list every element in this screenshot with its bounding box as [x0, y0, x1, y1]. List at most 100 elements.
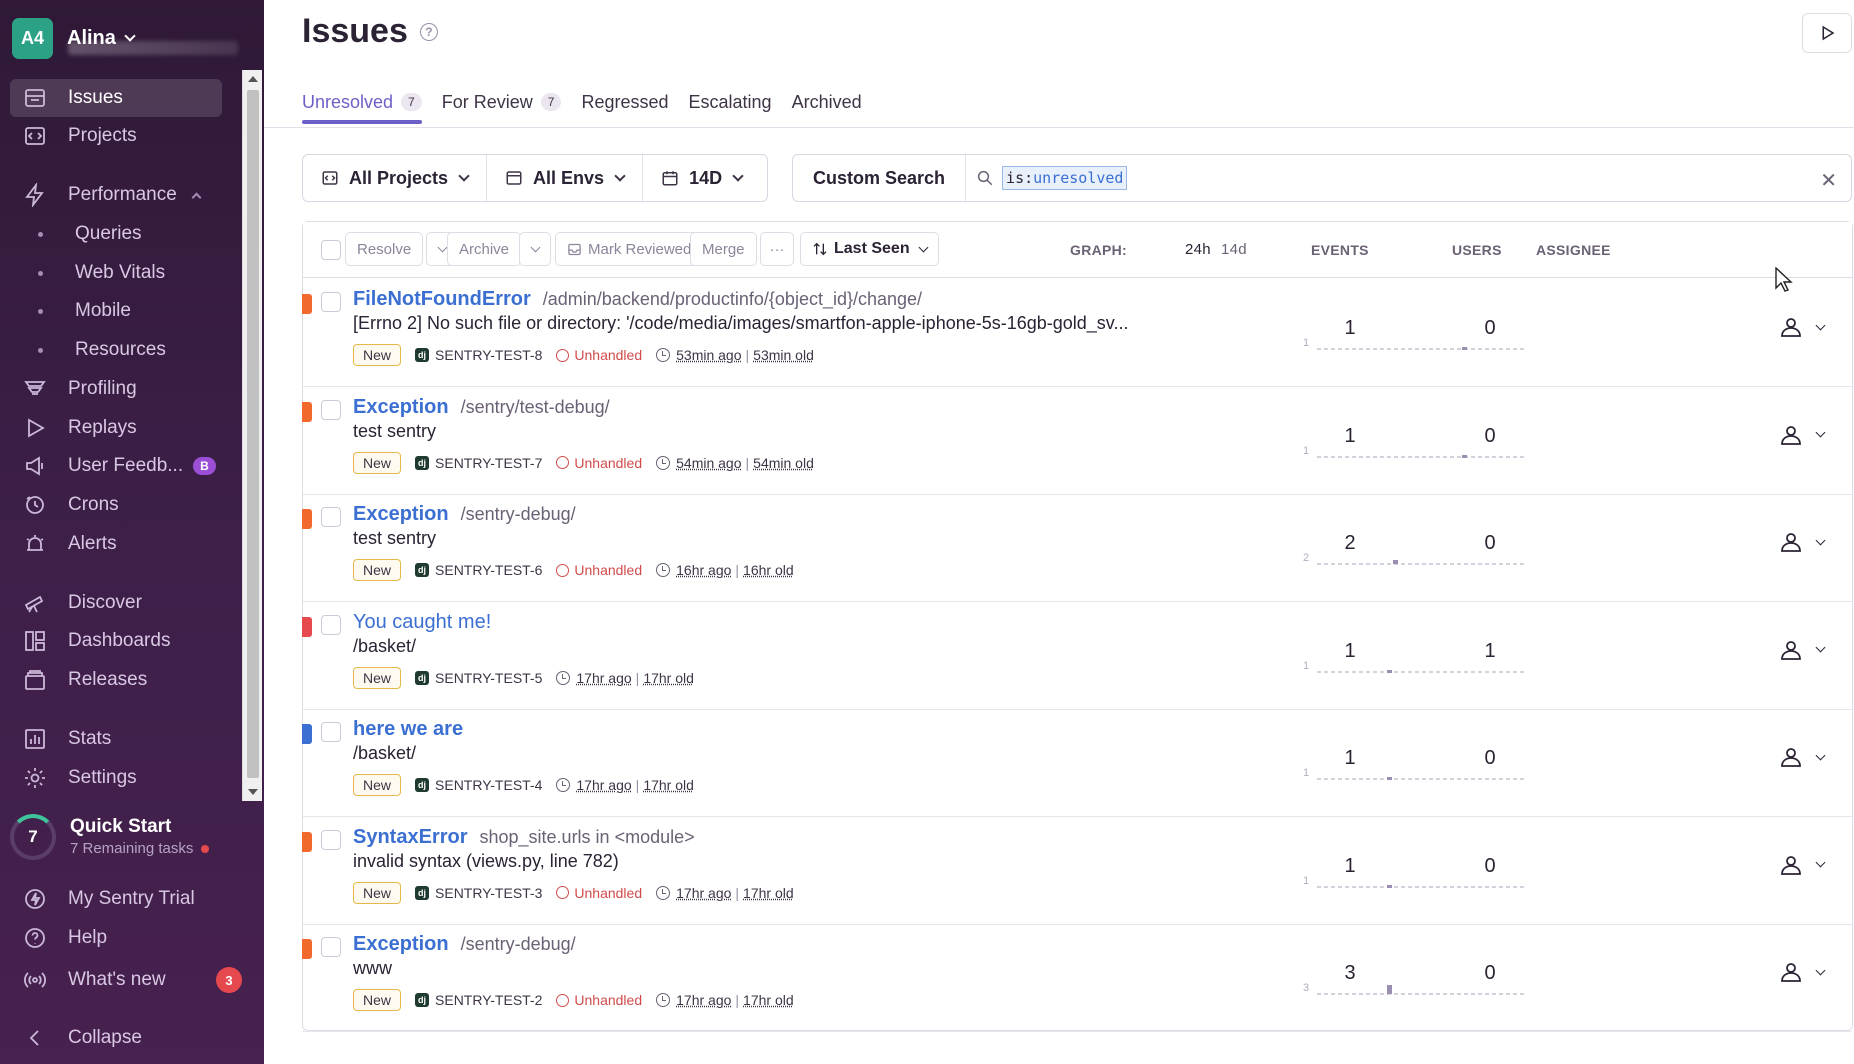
sidebar-item-trial[interactable]: My Sentry Trial [10, 880, 222, 918]
sidebar-item-help[interactable]: Help [10, 919, 222, 957]
users-column-header[interactable]: USERS [1452, 242, 1502, 258]
scroll-up-arrow-icon[interactable] [248, 76, 258, 82]
sidebar-item-stats[interactable]: Stats [10, 720, 222, 758]
merge-button[interactable]: Merge [690, 232, 757, 266]
sidebar-item-crons[interactable]: Crons [10, 486, 222, 524]
short-id[interactable]: SENTRY-TEST-5 [435, 670, 542, 686]
environment-filter[interactable]: All Envs [487, 155, 644, 201]
short-id[interactable]: SENTRY-TEST-6 [435, 562, 542, 578]
events-count[interactable]: 1 [1330, 855, 1370, 878]
short-id[interactable]: SENTRY-TEST-3 [435, 885, 542, 901]
assignee-selector[interactable] [1779, 423, 1826, 447]
archive-button[interactable]: Archive [447, 232, 522, 266]
events-count[interactable]: 1 [1330, 640, 1370, 663]
issue-type[interactable]: here we are [353, 718, 463, 741]
events-count[interactable]: 1 [1330, 317, 1370, 340]
events-count[interactable]: 1 [1330, 747, 1370, 770]
select-all-checkbox[interactable] [321, 240, 341, 260]
events-count[interactable]: 1 [1330, 425, 1370, 448]
first-seen[interactable]: 17hr old [743, 992, 794, 1008]
search-input[interactable]: is:unresolved [1002, 166, 1128, 190]
assignee-selector[interactable] [1779, 853, 1826, 877]
assignee-selector[interactable] [1779, 745, 1826, 769]
users-count[interactable]: 1 [1470, 640, 1510, 663]
date-filter[interactable]: 14D [643, 155, 760, 201]
table-row[interactable]: here we are /basket/ New dj SENTRY-TEST-… [302, 709, 1852, 817]
scrollbar-thumb[interactable] [247, 90, 259, 778]
table-row[interactable]: SyntaxError shop_site.urls in <module> i… [302, 817, 1852, 925]
row-checkbox[interactable] [321, 829, 341, 850]
issue-title[interactable]: Exception /sentry/test-debug/ [353, 396, 610, 419]
issue-title[interactable]: SyntaxError shop_site.urls in <module> [353, 826, 695, 849]
users-count[interactable]: 0 [1470, 317, 1510, 340]
row-checkbox[interactable] [321, 722, 341, 742]
short-id[interactable]: SENTRY-TEST-8 [435, 347, 542, 363]
last-seen[interactable]: 17hr ago [576, 777, 631, 793]
table-row[interactable]: Exception /sentry-debug/ www New dj SENT… [302, 924, 1852, 1032]
tab-regressed[interactable]: Regressed [581, 82, 668, 122]
first-seen[interactable]: 17hr old [643, 777, 694, 793]
issue-type[interactable]: FileNotFoundError [353, 288, 531, 311]
assignee-selector[interactable] [1779, 638, 1826, 662]
users-count[interactable]: 0 [1470, 532, 1510, 555]
users-count[interactable]: 0 [1470, 747, 1510, 770]
graph-range-14d[interactable]: 14d [1221, 241, 1247, 258]
row-checkbox[interactable] [321, 614, 341, 635]
sidebar-item-web-vitals[interactable]: Web Vitals [10, 254, 222, 292]
row-checkbox[interactable] [321, 507, 341, 527]
sidebar-item-whats-new[interactable]: What's new 3 [10, 961, 242, 999]
issue-title[interactable]: here we are [353, 718, 475, 741]
last-seen[interactable]: 17hr ago [676, 885, 731, 901]
users-count[interactable]: 0 [1470, 425, 1510, 448]
mark-reviewed-button[interactable]: Mark Reviewed [555, 232, 704, 266]
issue-title[interactable]: Exception /sentry-debug/ [353, 503, 576, 526]
close-icon[interactable]: ✕ [1820, 168, 1837, 193]
row-checkbox[interactable] [321, 937, 341, 957]
sidebar-item-replays[interactable]: Replays [10, 409, 222, 447]
first-seen[interactable]: 17hr old [643, 670, 694, 686]
last-seen[interactable]: 17hr ago [576, 670, 631, 686]
sidebar-item-discover[interactable]: Discover [10, 584, 222, 622]
last-seen[interactable]: 17hr ago [676, 992, 731, 1008]
help-icon[interactable]: ? [419, 22, 438, 41]
collapse-sidebar-button[interactable]: Collapse [10, 1019, 222, 1057]
events-column-header[interactable]: EVENTS [1311, 242, 1369, 258]
graph-range-24h[interactable]: 24h [1185, 241, 1211, 258]
issue-type[interactable]: Exception [353, 396, 449, 419]
sort-button[interactable]: Last Seen [800, 232, 939, 266]
sidebar-item-issues[interactable]: Issues [10, 79, 222, 117]
row-checkbox[interactable] [321, 292, 341, 312]
tab-for-review[interactable]: For Review 7 [442, 82, 562, 122]
tab-unresolved[interactable]: Unresolved 7 [302, 82, 422, 124]
sidebar-item-dashboards[interactable]: Dashboards [10, 622, 222, 660]
last-seen[interactable]: 54min ago [676, 455, 741, 471]
first-seen[interactable]: 16hr old [743, 562, 794, 578]
play-tour-button[interactable] [1802, 13, 1852, 53]
last-seen[interactable]: 53min ago [676, 347, 741, 363]
custom-search-button[interactable]: Custom Search [793, 155, 967, 201]
tab-escalating[interactable]: Escalating [689, 82, 772, 122]
table-row[interactable]: Exception /sentry/test-debug/ test sentr… [302, 387, 1852, 495]
sidebar-item-profiling[interactable]: Profiling [10, 370, 222, 408]
short-id[interactable]: SENTRY-TEST-7 [435, 455, 542, 471]
table-row[interactable]: Exception /sentry-debug/ test sentry New… [302, 494, 1852, 602]
events-count[interactable]: 3 [1330, 962, 1370, 985]
first-seen[interactable]: 53min old [753, 347, 814, 363]
more-actions-button[interactable]: ··· [760, 232, 794, 266]
scroll-down-arrow-icon[interactable] [248, 789, 258, 795]
first-seen[interactable]: 17hr old [743, 885, 794, 901]
users-count[interactable]: 0 [1470, 855, 1510, 878]
sidebar-scrollbar[interactable] [242, 70, 262, 801]
events-count[interactable]: 2 [1330, 532, 1370, 555]
archive-dropdown-button[interactable] [519, 232, 551, 266]
issue-title[interactable]: You caught me! [353, 611, 503, 634]
quick-start[interactable]: 7 Quick Start 7 Remaining tasks [10, 814, 210, 860]
sidebar-item-settings[interactable]: Settings [10, 759, 222, 797]
short-id[interactable]: SENTRY-TEST-4 [435, 777, 542, 793]
tab-archived[interactable]: Archived [792, 82, 862, 122]
assignee-selector[interactable] [1779, 315, 1826, 339]
resolve-button[interactable]: Resolve [345, 232, 424, 266]
sidebar-item-mobile[interactable]: Mobile [10, 292, 222, 330]
last-seen[interactable]: 16hr ago [676, 562, 731, 578]
assignee-selector[interactable] [1779, 530, 1826, 554]
